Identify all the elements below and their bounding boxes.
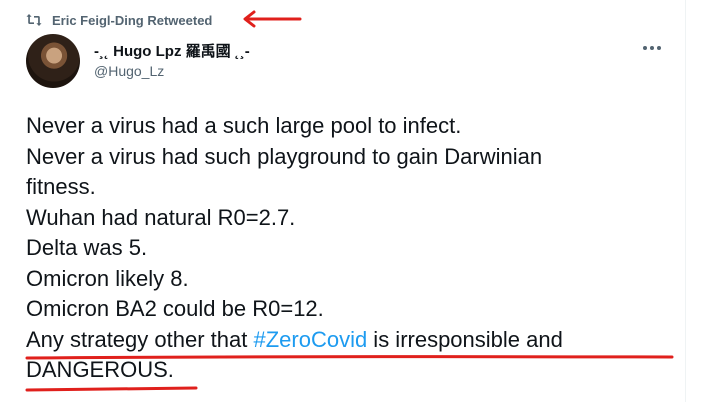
tweet-line-with-hashtag: Any strategy other that #ZeroCovid is ir… (26, 325, 676, 356)
avatar[interactable] (26, 34, 80, 88)
tweet-card[interactable]: Eric Feigl-Ding Retweeted -¸˛ Hugo Lpz 羅… (0, 0, 686, 402)
tweet-text-segment: is irresponsible and (367, 326, 563, 352)
author-name-row[interactable]: -¸˛ Hugo Lpz 羅禹國 ˛¸- (94, 40, 250, 61)
retweet-header: Eric Feigl-Ding Retweeted (26, 10, 212, 30)
tweet-line: Delta was 5. (26, 235, 148, 260)
tweet-line: Never a virus had such playground to gai… (26, 143, 543, 169)
hashtag-link[interactable]: #ZeroCovid (253, 327, 367, 352)
tweet-line: fitness. (26, 174, 96, 199)
red-arrow-annotation (243, 10, 302, 28)
tweet-text: Never a virus had a such large pool to i… (26, 111, 676, 386)
tweet-line: Never a virus had a such large pool to i… (26, 113, 462, 138)
tweet-line: DANGEROUS. (26, 357, 174, 382)
tweet-text-segment: Any strategy other that (26, 326, 254, 352)
tweet-line: Omicron likely 8. (26, 265, 189, 291)
author-name[interactable]: -¸˛ Hugo Lpz 羅禹國 ˛¸- (94, 40, 250, 61)
more-options-icon[interactable] (640, 38, 664, 58)
tweet-line: Wuhan had natural R0=2.7. (26, 204, 296, 230)
retweet-label[interactable]: Eric Feigl-Ding Retweeted (52, 13, 212, 28)
tweet-line: Omicron BA2 could be R0=12. (26, 296, 324, 321)
author-handle[interactable]: @Hugo_Lz (94, 63, 164, 79)
retweet-icon (26, 13, 42, 27)
